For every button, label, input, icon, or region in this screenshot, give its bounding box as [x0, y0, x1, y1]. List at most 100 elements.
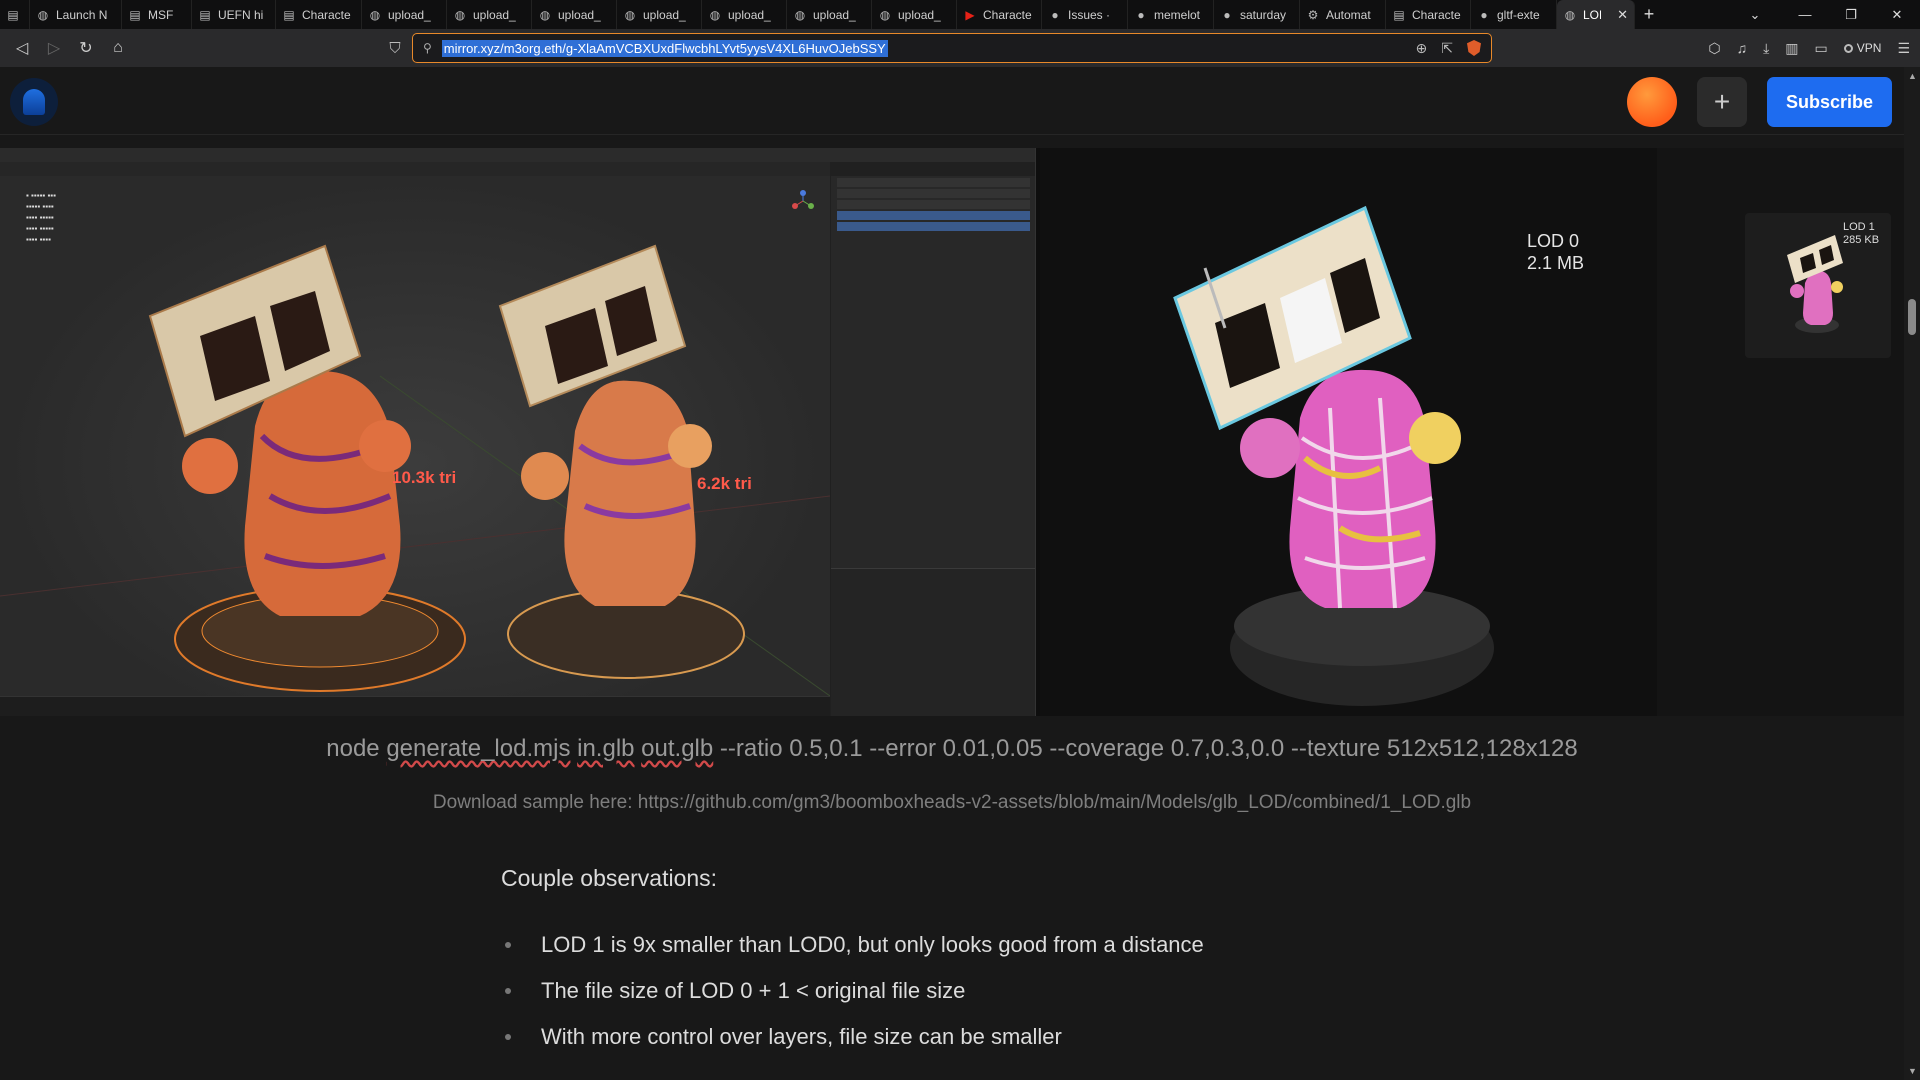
bullet-icon	[505, 1034, 511, 1040]
tab-label: Characte	[1412, 7, 1461, 22]
bullet-icon	[505, 988, 511, 994]
address-bar-actions: ⊕ ⇱	[1416, 40, 1491, 57]
new-tab-button[interactable]: +	[1635, 0, 1663, 29]
plus-button[interactable]: +	[1697, 77, 1747, 127]
tab-label: upload_	[728, 7, 771, 22]
browser-tab[interactable]: ● saturday	[1214, 0, 1300, 29]
back-button[interactable]: ◁	[6, 32, 38, 64]
avatar[interactable]	[1627, 77, 1677, 127]
browser-tab[interactable]: ◍ upload_	[872, 0, 957, 29]
hero-image: ▪ ▪▪▪▪▪ ▪▪▪ ▪▪▪▪▪ ▪▪▪▪ ▪▪▪▪ ▪▪▪▪▪ ▪▪▪▪ ▪▪▪▪…	[0, 148, 1904, 716]
tab-label: upload_	[898, 7, 941, 22]
bullet-icon	[505, 942, 511, 948]
chevron-down-icon[interactable]: ⌄	[1732, 0, 1778, 29]
browser-tab[interactable]: ▶ Characte	[957, 0, 1042, 29]
outliner-row-selected	[837, 211, 1030, 220]
close-window-icon[interactable]: ✕	[1874, 0, 1920, 29]
browser-toolbar: ◁ ▷ ↻ ⌂ ⛉ ⚲ mirror.xyz/m3org.eth/g-XlaAm…	[0, 29, 1920, 67]
browser-tab[interactable]: ▤	[0, 0, 30, 29]
outliner-row-selected	[837, 222, 1030, 231]
tab-label: UEFN hi	[218, 7, 264, 22]
cmd-part: node	[326, 735, 387, 762]
download-icon[interactable]: ⤓	[1763, 40, 1769, 57]
browser-tab[interactable]: ◍ upload_	[532, 0, 617, 29]
browser-tab[interactable]: ● memelot	[1128, 0, 1214, 29]
site-logo[interactable]	[10, 78, 58, 126]
blender-stats-overlay: ▪ ▪▪▪▪▪ ▪▪▪ ▪▪▪▪▪ ▪▪▪▪ ▪▪▪▪ ▪▪▪▪▪ ▪▪▪▪ ▪▪▪▪…	[26, 191, 56, 244]
forward-button[interactable]: ▷	[38, 32, 70, 64]
home-button[interactable]: ⌂	[102, 32, 134, 64]
music-icon[interactable]: ♫	[1737, 40, 1748, 56]
outliner-row	[837, 189, 1030, 198]
lod0-size: 2.1 MB	[1527, 253, 1585, 273]
download-caption: Download sample here: https://github.com…	[432, 792, 1472, 813]
browser-tab[interactable]: ◍ upload_	[617, 0, 702, 29]
tab-label: upload_	[473, 7, 516, 22]
share-icon[interactable]: ⇱	[1441, 40, 1453, 57]
browser-tab[interactable]: ⚙ Automat	[1300, 0, 1386, 29]
browser-tab[interactable]: ● gltf-exte	[1471, 0, 1557, 29]
list-item: The file size of LOD 0 + 1 < original fi…	[505, 968, 1204, 1014]
vpn-button[interactable]: VPN	[1843, 41, 1881, 55]
browser-tab[interactable]: ◍ upload_	[702, 0, 787, 29]
tab-label: upload_	[813, 7, 856, 22]
browser-tab[interactable]: ◍ Launch N	[30, 0, 122, 29]
axis-gizmo-icon	[792, 190, 814, 209]
scroll-down-icon[interactable]: ▼	[1908, 1066, 1917, 1076]
tab-label: upload_	[643, 7, 686, 22]
blender-screenshot: ▪ ▪▪▪▪▪ ▪▪▪ ▪▪▪▪▪ ▪▪▪▪ ▪▪▪▪ ▪▪▪▪▪ ▪▪▪▪ ▪▪▪▪…	[0, 148, 1036, 716]
globe-icon: ◍	[1564, 7, 1576, 22]
browser-tab[interactable]: ▤ MSF	[122, 0, 192, 29]
wallet-icon[interactable]: ▭	[1815, 40, 1828, 57]
command-caption: node generate_lod.mjs in.glb out.glb --r…	[0, 735, 1904, 763]
scroll-up-icon[interactable]: ▲	[1908, 71, 1917, 81]
browser-tab[interactable]: ◍ upload_	[362, 0, 447, 29]
gear-icon: ⚙	[1307, 7, 1319, 22]
youtube-icon: ▶	[965, 7, 975, 22]
browser-tab[interactable]: ▤ UEFN hi	[192, 0, 276, 29]
subscribe-button[interactable]: Subscribe	[1767, 77, 1892, 127]
list-item-text: With more control over layers, file size…	[541, 1024, 1062, 1049]
browser-tab-active[interactable]: ◍ LOD ✕	[1557, 0, 1635, 29]
tab-label: LOD	[1583, 7, 1601, 22]
url-text[interactable]: mirror.xyz/m3org.eth/g-XlaAmVCBXUxdFlwcb…	[441, 39, 888, 57]
scrollbar-thumb[interactable]	[1908, 299, 1916, 335]
globe-icon: ◍	[369, 7, 381, 22]
tab-label: upload_	[388, 7, 431, 22]
browser-tab[interactable]: ◍ upload_	[447, 0, 532, 29]
github-icon: ●	[1223, 7, 1231, 22]
blender-menubar	[0, 148, 1035, 162]
left-tri-count-label: 10.3k tri	[392, 468, 457, 487]
extensions-icon[interactable]: ⬡	[1708, 40, 1720, 57]
list-item: LOD 1 is 9x smaller than LOD0, but only …	[505, 922, 1204, 968]
logo-mark	[23, 89, 45, 115]
tab-label: Characte	[983, 7, 1032, 22]
site-header: + Subscribe	[0, 67, 1904, 135]
browser-tab[interactable]: ▤ Characte	[1386, 0, 1471, 29]
close-icon[interactable]: ✕	[1617, 7, 1628, 23]
browser-tab[interactable]: ● Issues ·	[1042, 0, 1128, 29]
menu-icon[interactable]: ☰	[1897, 40, 1910, 57]
tab-label: memelot	[1154, 7, 1201, 22]
observations-heading: Couple observations:	[501, 865, 718, 891]
globe-icon: ◍	[539, 7, 551, 22]
restore-icon[interactable]: ❐	[1828, 0, 1874, 29]
brave-shield-icon[interactable]	[1467, 40, 1481, 56]
tab-label: Automat	[1326, 7, 1371, 22]
address-bar[interactable]: ⚲ mirror.xyz/m3org.eth/g-XlaAmVCBXUxdFlw…	[412, 33, 1492, 63]
zoom-icon[interactable]: ⊕	[1416, 40, 1428, 57]
list-item: With more control over layers, file size…	[505, 1014, 1204, 1060]
browser-tab[interactable]: ▤ Characte	[276, 0, 362, 29]
reload-button[interactable]: ↻	[70, 32, 102, 64]
right-tri-count-label: 6.2k tri	[697, 474, 752, 493]
tab-label: Characte	[302, 7, 351, 22]
document-icon: ▤	[199, 7, 211, 22]
browser-tab[interactable]: ◍ upload_	[787, 0, 872, 29]
cmd-input-file: in.glb	[577, 735, 635, 762]
minimize-icon[interactable]: —	[1782, 0, 1828, 29]
page-scrollbar[interactable]: ▲ ▼	[1904, 67, 1920, 1080]
bookmark-icon[interactable]: ⛉	[380, 33, 410, 63]
site-info-icon[interactable]: ⚲	[423, 41, 432, 55]
lod0-label: LOD 0 2.1 MB	[1527, 230, 1584, 274]
sidebar-icon[interactable]: ▥	[1785, 40, 1798, 57]
